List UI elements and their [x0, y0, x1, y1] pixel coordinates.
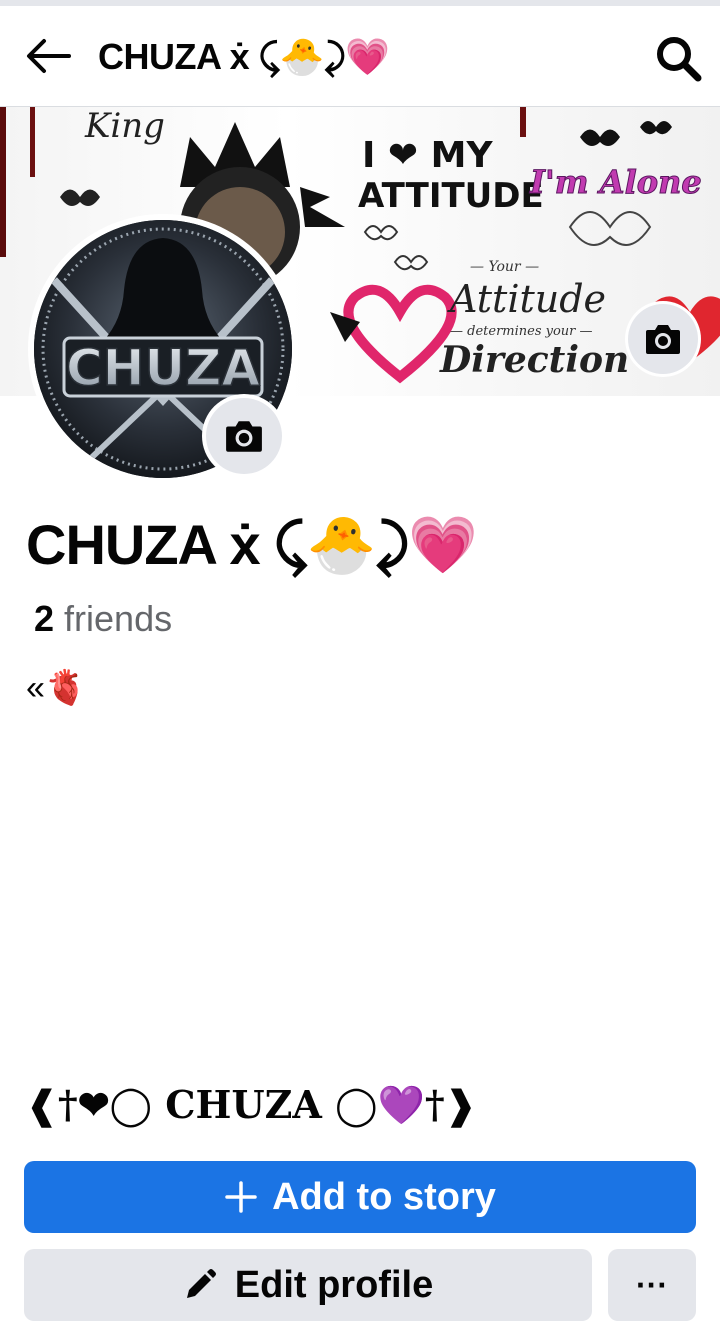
friends-count[interactable]: 2 friends: [34, 598, 172, 640]
profile-bio: «🫀: [26, 669, 88, 707]
more-options-button[interactable]: ···: [608, 1249, 696, 1321]
top-bar: CHUZA ẋ ⤹🐣⤸💗: [0, 6, 720, 107]
cover-text-direction: Direction: [439, 339, 629, 381]
cover-text-attitude-caps: ATTITUDE: [358, 176, 544, 216]
cover-camera-button[interactable]: [628, 304, 698, 374]
cover-text-attitude: Attitude: [447, 277, 606, 321]
cover-text-your: — Your —: [470, 259, 539, 275]
friends-label: friends: [54, 598, 173, 639]
search-icon: [657, 37, 702, 82]
avatar-camera-button[interactable]: [206, 398, 282, 474]
search-button[interactable]: [652, 32, 704, 84]
cover-text-im-alone: I'm Alone: [529, 163, 702, 201]
add-to-story-label: Add to story: [272, 1175, 496, 1218]
cover-text-i-love-my: I ❤ MY: [362, 135, 493, 176]
cover-text-king: King: [84, 107, 165, 146]
edit-profile-button[interactable]: Edit profile: [24, 1249, 592, 1321]
back-button[interactable]: [22, 32, 74, 80]
friends-number: 2: [34, 598, 55, 639]
more-dots-icon: ···: [636, 1266, 668, 1303]
cover-text-determines: — determines your —: [450, 324, 593, 339]
profile-name: CHUZA ẋ ⤹🐣⤸💗: [26, 513, 478, 576]
edit-profile-label: Edit profile: [234, 1263, 434, 1306]
page-title: CHUZA ẋ ⤹🐣⤸💗: [98, 36, 390, 77]
plus-icon: [225, 1181, 257, 1213]
pencil-icon: [186, 1269, 216, 1298]
add-to-story-button[interactable]: Add to story: [24, 1161, 696, 1233]
camera-icon: [226, 421, 262, 452]
back-arrow-icon: [27, 39, 71, 73]
camera-icon: [646, 325, 680, 354]
profile-tagline: ❰†❤◯ CHUZA ◯💜†❱: [26, 1082, 477, 1127]
avatar-logo-text: CHUZA: [66, 339, 260, 397]
